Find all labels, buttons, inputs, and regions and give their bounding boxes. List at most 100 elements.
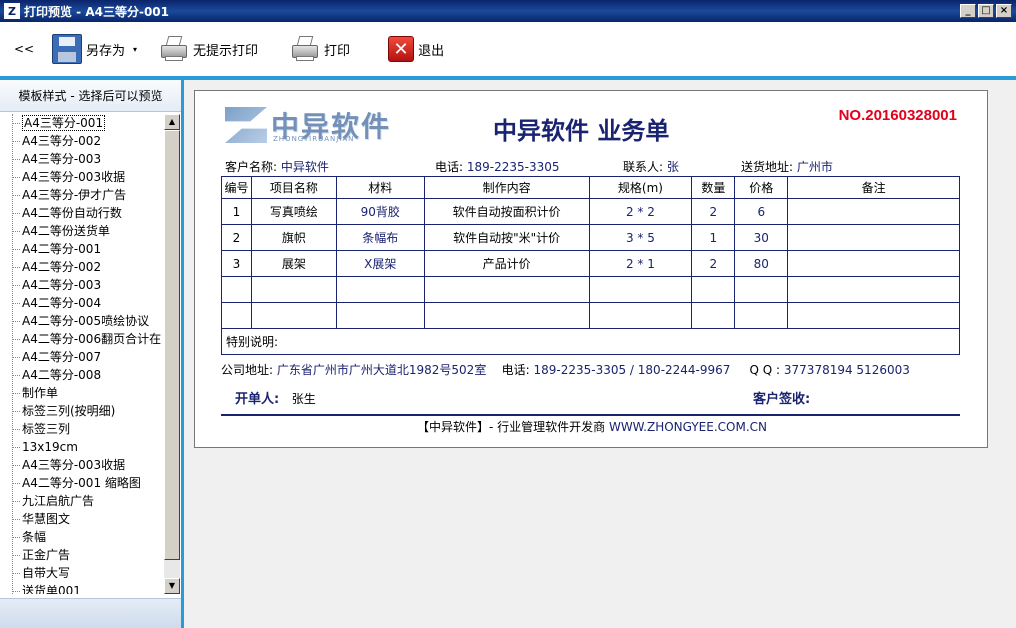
template-item-label: 制作单: [22, 386, 59, 400]
exit-button[interactable]: ✕ 退出: [388, 29, 444, 69]
template-item-label: A4三等分-003收据: [22, 458, 126, 472]
print-label: 打印: [324, 43, 351, 59]
print-button[interactable]: 打印: [290, 29, 350, 69]
table-cell: 2: [691, 198, 736, 225]
template-item[interactable]: A4二等份自动行数: [6, 204, 162, 222]
template-item[interactable]: 九江启航广告: [6, 492, 162, 510]
template-item-label: A4二等分-001: [22, 242, 102, 256]
table-row: [221, 276, 960, 303]
template-panel-footer: [0, 598, 181, 628]
document-title: 中异软件 业务单: [493, 116, 670, 145]
scroll-down-icon[interactable]: ▼: [164, 578, 180, 594]
template-item[interactable]: A4三等分-001: [6, 114, 162, 132]
customer-field: 客户名称: 中异软件: [225, 158, 329, 175]
table-cell: 旗帜: [250, 224, 337, 251]
document-number: NO.20160328001: [838, 107, 957, 124]
back-button[interactable]: <<: [14, 29, 50, 69]
column-header: 价格: [734, 176, 789, 199]
close-button[interactable]: ×: [996, 4, 1012, 18]
table-row: 3 展架 X展架 产品计价 2 * 1 2 80: [221, 250, 960, 277]
table-cell: [588, 276, 693, 303]
tree-scrollbar[interactable]: ▲ ▼: [164, 114, 180, 594]
qq-value: 377378194 5126003: [783, 363, 910, 377]
template-item[interactable]: 制作单: [6, 384, 162, 402]
template-panel-header: 模板样式 - 选择后可以预览: [0, 80, 181, 112]
table-cell: 产品计价: [423, 250, 590, 277]
template-item[interactable]: A4三等分-003: [6, 150, 162, 168]
table-cell: 1: [691, 224, 736, 251]
minimize-button[interactable]: _: [960, 4, 976, 18]
template-item[interactable]: 自带大写: [6, 564, 162, 582]
phone-label: 电话:: [435, 160, 464, 174]
maximize-button[interactable]: □: [978, 4, 994, 18]
column-header: 材料: [335, 176, 425, 199]
address-field: 送货地址: 广州市: [741, 158, 833, 175]
template-item-label: 正金广告: [22, 548, 71, 562]
template-item[interactable]: A4二等分-002: [6, 258, 162, 276]
chevron-down-icon[interactable]: ▾: [133, 45, 137, 54]
template-item[interactable]: A4二等分-001 缩略图: [6, 474, 162, 492]
column-header: 备注: [787, 176, 960, 199]
scroll-up-icon[interactable]: ▲: [164, 114, 180, 130]
contact-field: 联系人: 张: [623, 158, 679, 175]
table-cell: X展架: [335, 250, 425, 277]
template-item[interactable]: A4二等分-003: [6, 276, 162, 294]
print-silent-button[interactable]: 无提示打印: [159, 29, 258, 69]
table-cell: 软件自动按"米"计价: [423, 224, 590, 251]
template-item[interactable]: A4二等分-001: [6, 240, 162, 258]
template-item[interactable]: 条幅: [6, 528, 162, 546]
table-cell: 2: [691, 250, 736, 277]
template-tree[interactable]: A4三等分-001 A4三等分-002 A4三等分-003 A4三等分-003收据 A4…: [6, 114, 162, 594]
template-item-label: A4二等分-008: [22, 368, 102, 382]
template-item-label: A4二等分-001 缩略图: [22, 476, 141, 490]
template-item[interactable]: A4二等份送货单: [6, 222, 162, 240]
table-cell: 3 * 5: [588, 224, 693, 251]
template-item-label: 13x19cm: [22, 440, 78, 454]
template-item-label: 标签三列: [22, 422, 71, 436]
company-phone-label: 电话:: [501, 363, 530, 377]
table-cell: 30: [734, 224, 789, 251]
print-silent-label: 无提示打印: [193, 43, 259, 59]
template-item[interactable]: A4二等分-005喷绘协议: [6, 312, 162, 330]
table-cell: [250, 276, 337, 303]
window-controls: _ □ ×: [960, 4, 1012, 18]
template-panel: 模板样式 - 选择后可以预览 A4三等分-001 A4三等分-002 A4三等分-0…: [0, 80, 184, 628]
template-item[interactable]: A4三等分-003收据: [6, 456, 162, 474]
template-item-label: A4二等分-007: [22, 350, 102, 364]
company-phone-value: 189-2235-3305 / 180-2244-9967: [533, 363, 731, 377]
save-as-button[interactable]: 另存为 ▾: [52, 29, 137, 69]
toolbar: << 另存为 ▾ 无提示打印 打印 ✕ 退出: [0, 22, 1016, 76]
template-item[interactable]: A4二等分-004: [6, 294, 162, 312]
template-item[interactable]: 标签三列: [6, 420, 162, 438]
template-item-label: A4三等分-002: [22, 134, 102, 148]
special-note-row: 特别说明:: [221, 328, 960, 355]
template-item[interactable]: 华慧图文: [6, 510, 162, 528]
template-item[interactable]: A4二等分-006翻页合计在: [6, 330, 162, 348]
table-cell: 2 * 1: [588, 250, 693, 277]
template-item[interactable]: 正金广告: [6, 546, 162, 564]
contact-label: 联系人:: [623, 160, 664, 174]
company-address-label: 公司地址:: [221, 363, 274, 377]
order-table: 编号 项目名称 材料 制作内容 规格(m) 数量 价格 备注 1 写真喷绘 90背胶 软件自动按面积…: [221, 176, 960, 355]
template-item[interactable]: 13x19cm: [6, 438, 162, 456]
template-item[interactable]: 送货单001: [6, 582, 162, 594]
template-item[interactable]: A4三等分-003收据: [6, 168, 162, 186]
template-item[interactable]: A4二等分-007: [6, 348, 162, 366]
app-icon: Z: [4, 3, 20, 19]
template-item[interactable]: A4三等分-002: [6, 132, 162, 150]
template-item-label: 九江启航广告: [22, 494, 95, 508]
template-item[interactable]: A4三等分-伊才广告: [6, 186, 162, 204]
template-item-label: A4二等分-005喷绘协议: [22, 314, 150, 328]
template-item[interactable]: A4二等分-008: [6, 366, 162, 384]
exit-label: 退出: [418, 43, 445, 59]
table-cell: [787, 276, 960, 303]
scroll-thumb[interactable]: [164, 130, 180, 560]
table-cell: [787, 224, 960, 251]
address-value: 广州市: [796, 160, 833, 174]
footer-url: WWW.ZHONGYEE.COM.CN: [608, 420, 768, 434]
template-item-label: 送货单001: [22, 584, 81, 594]
table-cell: 写真喷绘: [250, 198, 337, 225]
template-item-label: 条幅: [22, 530, 47, 544]
template-item[interactable]: 标签三列(按明细): [6, 402, 162, 420]
template-item-label: 自带大写: [22, 566, 71, 580]
